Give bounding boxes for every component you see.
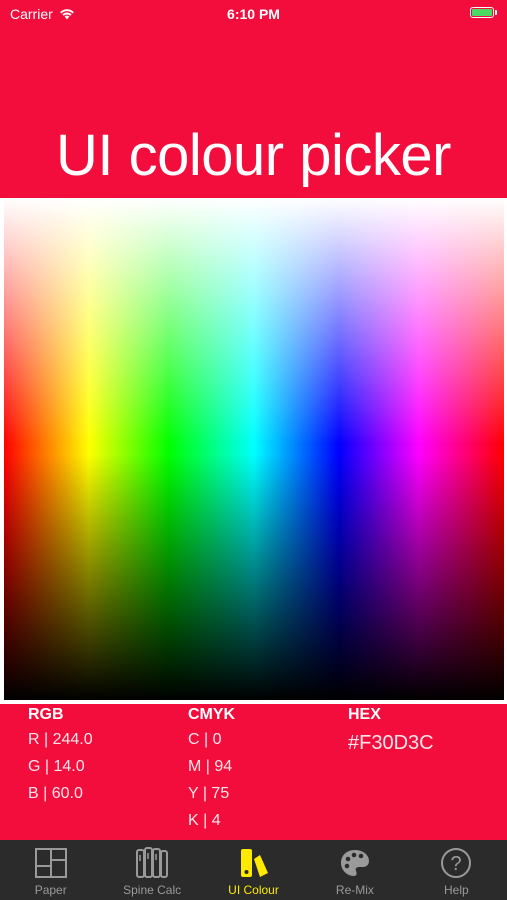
color-values-panel: RGB R | 244.0 G | 14.0 B | 60.0 CMYK C |… xyxy=(0,704,507,840)
header: Carrier 6:10 PM UI colour picker xyxy=(0,0,507,198)
tab-paper[interactable]: Paper xyxy=(0,840,101,900)
tab-spine-calc[interactable]: Spine Calc xyxy=(101,840,202,900)
hex-column: HEX #F30D3C xyxy=(348,704,434,755)
tab-label-paper: Paper xyxy=(34,883,67,897)
status-time: 6:10 PM xyxy=(227,6,280,22)
tab-label-help: Help xyxy=(443,883,469,897)
color-spectrum[interactable] xyxy=(4,198,504,700)
page-title: UI colour picker xyxy=(56,123,451,188)
cmyk-heading: CMYK xyxy=(188,706,236,723)
rgb-blue-value: B | 60.0 xyxy=(28,785,83,802)
ui-colour-icon xyxy=(237,846,271,880)
status-bar: Carrier 6:10 PM xyxy=(0,0,507,28)
rgb-green-value: G | 14.0 xyxy=(28,758,85,775)
palette-icon xyxy=(338,846,372,880)
spine-calc-icon xyxy=(135,846,169,880)
tab-bar: Paper Spine Calc UI Colour Re-Mix ? Help xyxy=(0,840,507,900)
svg-text:?: ? xyxy=(451,853,462,875)
rgb-heading: RGB xyxy=(28,706,64,723)
cmyk-key-value: K | 4 xyxy=(188,812,221,829)
rgb-column: RGB R | 244.0 G | 14.0 B | 60.0 xyxy=(28,704,93,807)
hex-heading: HEX xyxy=(348,706,381,723)
tab-label-spine-calc: Spine Calc xyxy=(123,883,182,897)
help-icon: ? xyxy=(439,846,473,880)
cmyk-cyan-value: C | 0 xyxy=(188,731,222,748)
tab-label-ui-colour: UI Colour xyxy=(228,883,279,897)
battery-icon xyxy=(470,7,497,18)
cmyk-column: CMYK C | 0 M | 94 Y | 75 K | 4 xyxy=(188,704,235,834)
paper-layout-icon xyxy=(34,846,68,880)
tab-re-mix[interactable]: Re-Mix xyxy=(304,840,405,900)
tab-label-re-mix: Re-Mix xyxy=(335,883,374,897)
cmyk-magenta-value: M | 94 xyxy=(188,758,233,775)
tab-help[interactable]: ? Help xyxy=(406,840,507,900)
hex-value[interactable]: #F30D3C xyxy=(348,732,434,755)
tab-ui-colour[interactable]: UI Colour xyxy=(203,840,304,900)
cmyk-yellow-value: Y | 75 xyxy=(188,785,230,802)
rgb-red-value: R | 244.0 xyxy=(28,731,93,748)
color-picker-area xyxy=(0,198,507,704)
